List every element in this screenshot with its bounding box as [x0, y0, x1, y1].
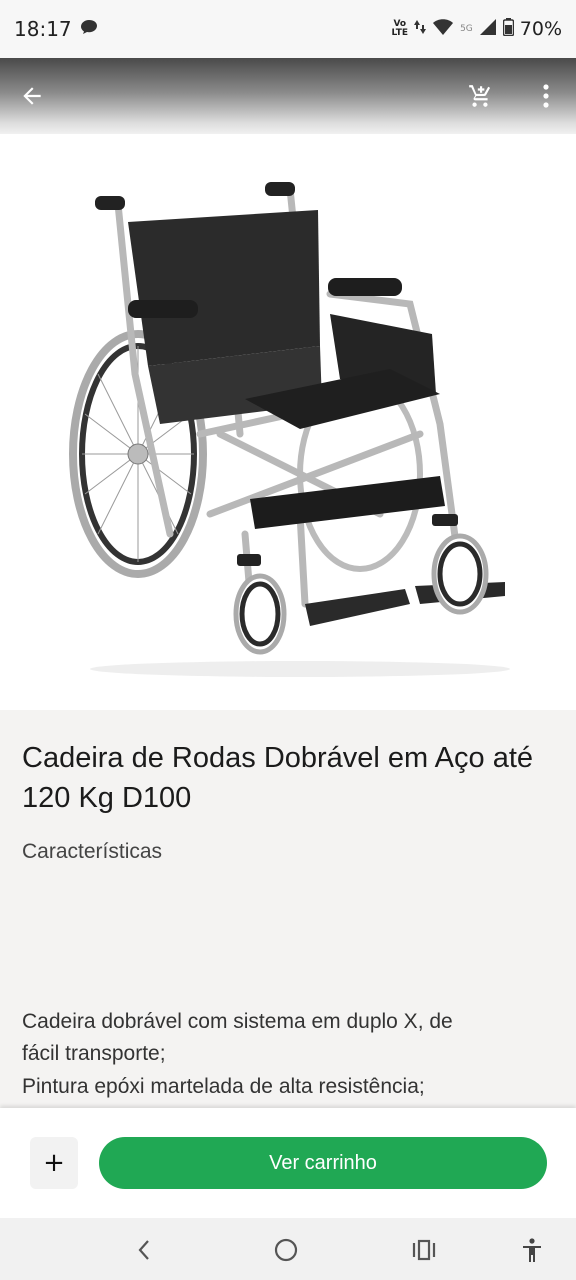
battery-icon: [502, 17, 515, 41]
section-label-caracteristicas: Características: [22, 840, 163, 863]
status-bar: 18:17 Vo LTE 5G 70%: [0, 0, 576, 58]
wifi-icon: [432, 18, 454, 41]
cart-icon[interactable]: [462, 78, 498, 114]
more-vert-icon[interactable]: [528, 78, 564, 114]
nav-recents-icon[interactable]: [406, 1232, 442, 1268]
description-line: fácil transporte;: [22, 1042, 166, 1065]
bottom-action-bar: + Ver carrinho: [0, 1108, 576, 1218]
volte-indicator: Vo LTE: [392, 20, 409, 38]
app-bar: [0, 58, 576, 134]
battery-percent: 70%: [519, 18, 562, 40]
volte-bottom-label: LTE: [391, 28, 409, 38]
nav-home-icon[interactable]: [268, 1232, 304, 1268]
system-nav-bar: [0, 1218, 576, 1280]
product-title: Cadeira de Rodas Dobrável em Aço até 120…: [22, 742, 534, 814]
add-button[interactable]: +: [30, 1137, 78, 1189]
product-image[interactable]: [0, 134, 576, 710]
description-line: Pintura epóxi martelada de alta resistên…: [22, 1075, 425, 1098]
view-cart-button[interactable]: Ver carrinho: [99, 1137, 547, 1189]
back-arrow-icon[interactable]: [14, 78, 50, 114]
5g-label: 5G: [460, 24, 473, 34]
description-line: Cadeira dobrável com sistema em duplo X,…: [22, 1010, 453, 1033]
status-time: 18:17: [14, 17, 72, 41]
wheelchair-illustration: [69, 182, 510, 677]
nav-back-icon[interactable]: [126, 1232, 162, 1268]
accessibility-icon[interactable]: [514, 1232, 550, 1268]
chat-bubble-icon: [80, 19, 98, 39]
signal-icon: [479, 18, 497, 41]
data-arrows-icon: [414, 18, 427, 41]
